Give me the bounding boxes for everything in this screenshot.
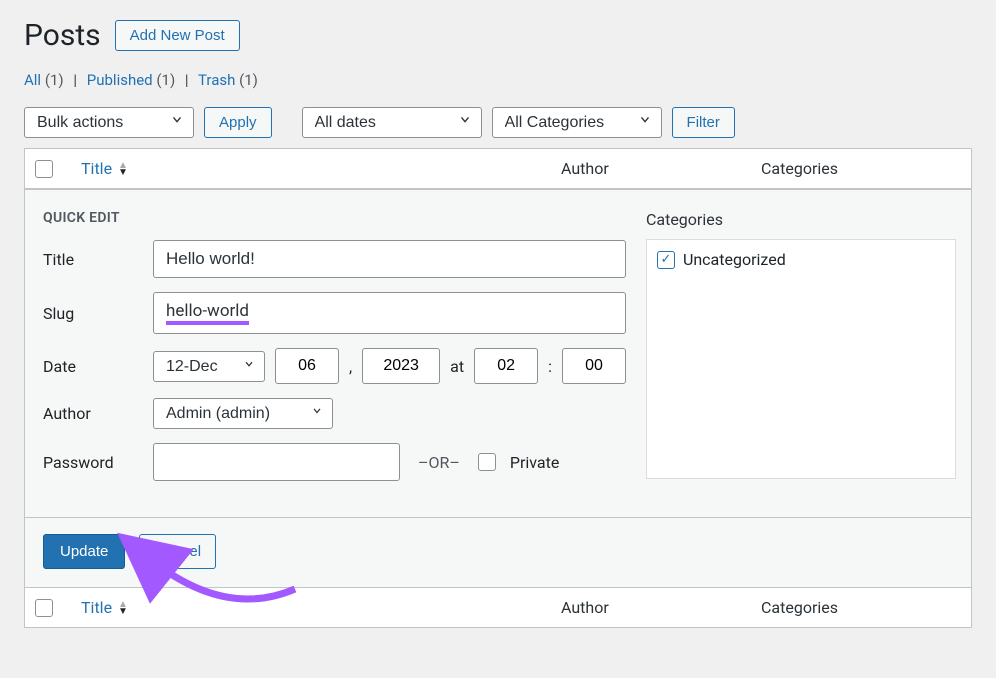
category-filter-select[interactable]: All Categories	[492, 107, 662, 138]
quick-edit-panel: QUICK EDIT Title Slug hello-world Date 1…	[25, 189, 971, 517]
uncategorized-checkbox[interactable]: ✓	[657, 251, 675, 269]
column-header-author[interactable]: Author	[561, 159, 761, 178]
quick-edit-heading: QUICK EDIT	[43, 210, 626, 226]
add-new-post-button[interactable]: Add New Post	[115, 20, 240, 51]
author-label: Author	[43, 404, 139, 423]
filter-published-count: (1)	[156, 71, 175, 89]
bulk-actions-select[interactable]: Bulk actions	[24, 107, 194, 138]
status-filter-links: All (1) | Published (1) | Trash (1)	[24, 71, 972, 89]
filter-trash-count: (1)	[239, 71, 258, 89]
title-label: Title	[43, 250, 139, 269]
month-select[interactable]: 12-Dec	[153, 351, 265, 382]
private-checkbox[interactable]	[478, 453, 496, 471]
password-label: Password	[43, 453, 139, 472]
slug-input[interactable]: hello-world	[166, 301, 249, 325]
private-label: Private	[510, 453, 559, 472]
filter-trash-link[interactable]: Trash	[198, 71, 235, 89]
select-all-checkbox-bottom[interactable]	[35, 599, 53, 617]
cancel-button[interactable]: Cancel	[139, 534, 216, 569]
sort-icon: ▲▼	[118, 162, 128, 176]
categories-panel[interactable]: ✓ Uncategorized	[646, 239, 956, 479]
column-header-author-bottom[interactable]: Author	[561, 598, 761, 617]
or-label: –OR–	[414, 453, 464, 472]
filter-all-count: (1)	[45, 71, 64, 89]
day-input[interactable]	[275, 348, 339, 384]
minute-input[interactable]	[562, 348, 626, 384]
hour-input[interactable]	[474, 348, 538, 384]
password-input[interactable]	[153, 443, 400, 481]
categories-heading: Categories	[646, 210, 956, 229]
author-select[interactable]: Admin (admin)	[153, 398, 333, 429]
page-title: Posts	[24, 18, 101, 53]
column-header-categories[interactable]: Categories	[761, 159, 961, 178]
update-button[interactable]: Update	[43, 534, 125, 569]
sort-icon: ▲▼	[118, 601, 128, 615]
title-input[interactable]	[153, 240, 626, 278]
filter-all-link[interactable]: All	[24, 71, 41, 89]
year-input[interactable]	[362, 348, 440, 384]
filter-button[interactable]: Filter	[672, 107, 735, 138]
select-all-checkbox[interactable]	[35, 160, 53, 178]
date-filter-select[interactable]: All dates	[302, 107, 482, 138]
date-label: Date	[43, 357, 139, 376]
apply-button[interactable]: Apply	[204, 107, 272, 138]
column-header-title-bottom[interactable]: Title ▲▼	[81, 598, 561, 617]
filter-published-link[interactable]: Published	[87, 71, 153, 89]
column-header-title[interactable]: Title ▲▼	[81, 159, 561, 178]
at-label: at	[450, 357, 464, 376]
uncategorized-label: Uncategorized	[683, 250, 786, 269]
column-header-categories-bottom[interactable]: Categories	[761, 598, 961, 617]
slug-label: Slug	[43, 304, 139, 323]
